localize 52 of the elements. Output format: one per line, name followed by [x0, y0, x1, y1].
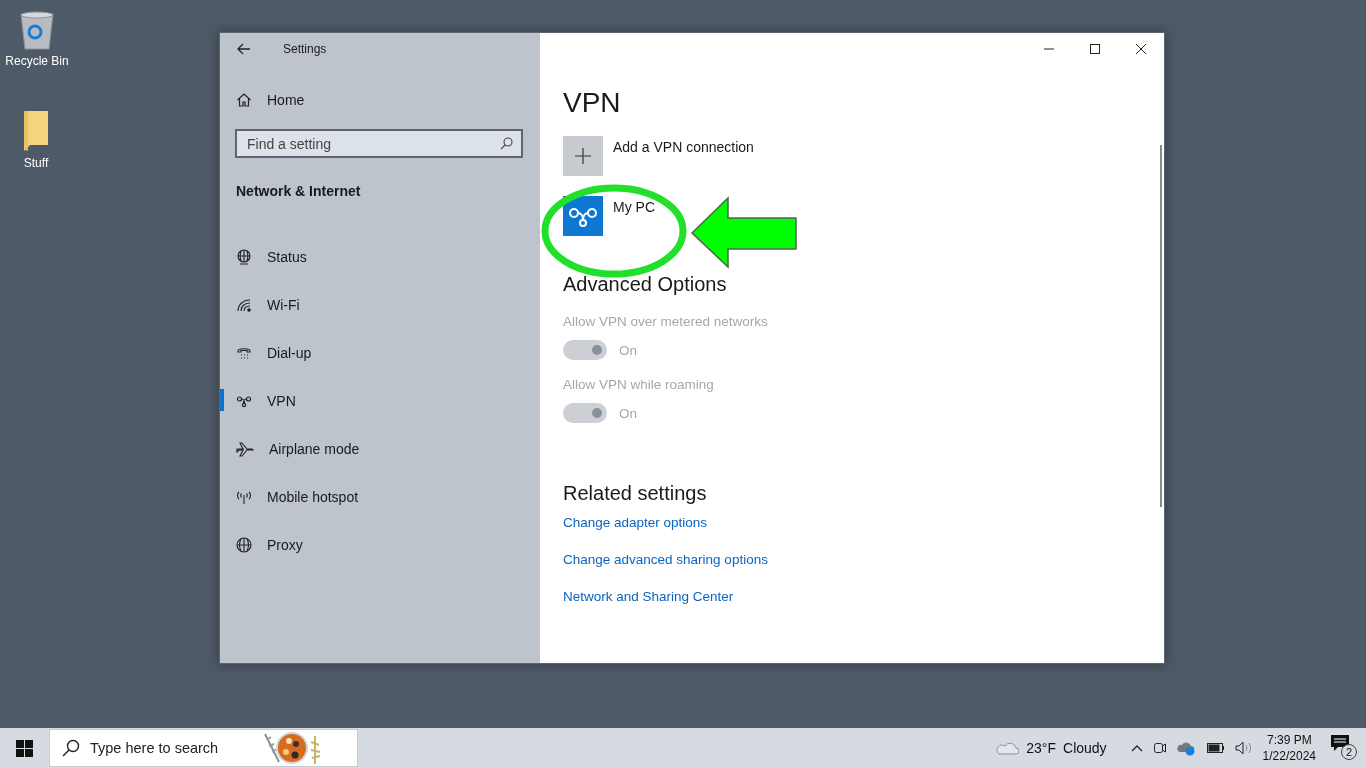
folder-icon[interactable]	[21, 110, 51, 152]
option-label: Allow VPN over metered networks	[563, 314, 768, 329]
section-heading: Related settings	[563, 482, 707, 505]
wifi-icon	[236, 297, 252, 313]
desktop-icon-label[interactable]: Stuff	[23, 156, 49, 170]
toggle-state: On	[619, 342, 637, 358]
temperature[interactable]: 23°F	[1026, 740, 1056, 756]
globe-monitor-icon	[236, 249, 252, 265]
toggle-state: On	[619, 405, 637, 421]
section-heading: Network & Internet	[236, 183, 362, 199]
connection-label[interactable]: My PC	[613, 199, 655, 215]
sidebar-item[interactable]: Dial-up	[220, 329, 540, 377]
settings-link[interactable]: Change advanced sharing options	[563, 552, 768, 567]
cloud-sync-icon[interactable]	[1176, 740, 1197, 756]
phone-icon	[236, 345, 252, 361]
sidebar-item[interactable]: Wi-Fi	[220, 281, 540, 329]
vpn-icon	[236, 393, 252, 409]
window-title: Settings	[283, 42, 327, 56]
sidebar-item[interactable]: Mobile hotspot	[220, 473, 540, 521]
option-label: Allow VPN while roaming	[563, 377, 714, 392]
search-icon	[62, 739, 80, 757]
search-icon[interactable]	[500, 137, 513, 150]
speaker-icon[interactable]	[1234, 740, 1253, 756]
camera-icon[interactable]	[1152, 740, 1167, 756]
antenna-icon	[236, 489, 252, 505]
search-field[interactable]: Find a setting	[235, 129, 523, 158]
section-heading: Advanced Options	[563, 273, 727, 296]
sidebar-item[interactable]: Status	[220, 233, 540, 281]
home-icon	[236, 92, 252, 108]
chevron-up-icon[interactable]	[1130, 744, 1143, 752]
connection-label[interactable]: Add a VPN connection	[613, 139, 754, 155]
weather-label[interactable]: Cloudy	[1063, 740, 1107, 756]
clock[interactable]: 7:39 PM 1/22/2024	[1262, 733, 1316, 763]
battery-icon[interactable]	[1206, 743, 1225, 753]
back-arrow-icon[interactable]	[237, 43, 251, 55]
desktop-icon-label[interactable]: Recycle Bin	[5, 54, 69, 68]
recycle-bin-icon[interactable]	[18, 10, 56, 50]
start-icon[interactable]	[16, 739, 33, 757]
settings-link[interactable]: Network and Sharing Center	[563, 589, 768, 604]
taskbar-search-field[interactable]: Type here to search	[49, 729, 358, 767]
add-tile-icon[interactable]	[563, 136, 603, 176]
notification-button[interactable]: 2	[1330, 734, 1358, 762]
sidebar-item[interactable]: Proxy	[220, 521, 540, 569]
settings-link[interactable]: Change adapter options	[563, 515, 768, 530]
globe-icon	[236, 537, 252, 553]
sidebar-item[interactable]: VPN	[220, 377, 540, 425]
scrollbar[interactable]	[1160, 145, 1162, 507]
sidebar-item[interactable]: Airplane mode	[220, 425, 540, 473]
home-link[interactable]: Home	[220, 79, 540, 121]
vpn-tile-icon[interactable]	[563, 196, 603, 236]
airplane-icon	[236, 441, 254, 457]
page-heading: VPN	[563, 87, 621, 119]
